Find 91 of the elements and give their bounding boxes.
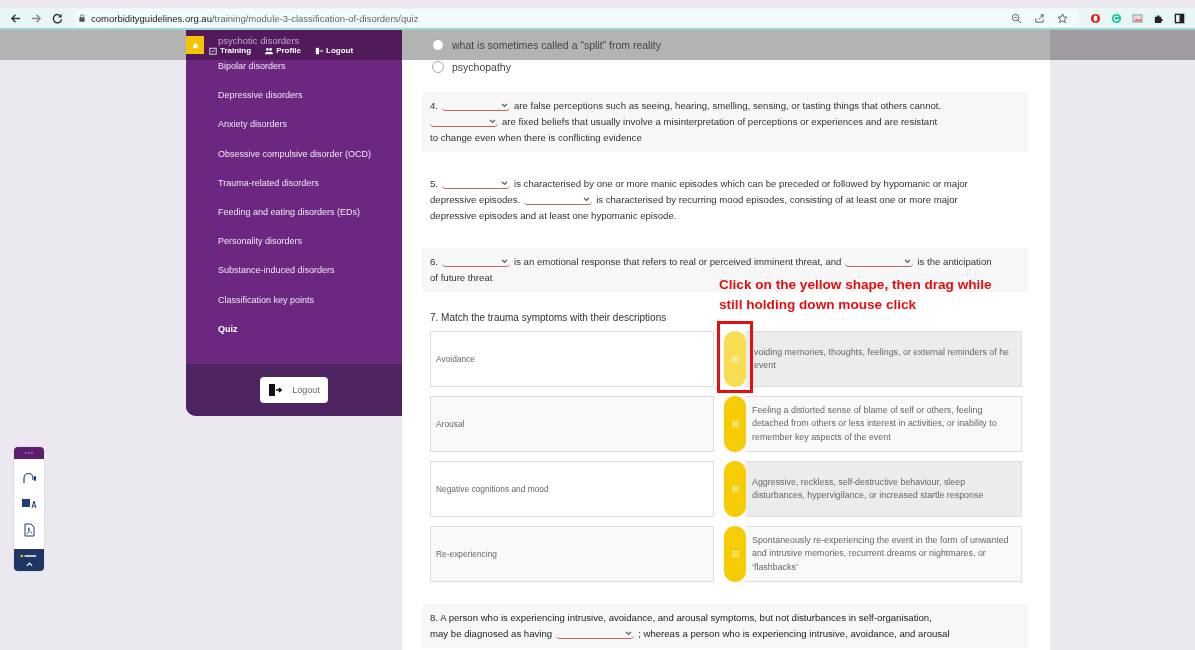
term-text: Re-experiencing	[436, 549, 497, 559]
question-text: is an emotional response that refers to real or perceived imminent threat, and	[514, 255, 842, 269]
logout-button[interactable]: Logout	[260, 376, 328, 403]
question-text: depressive episodes and at least one hypomanic episode.	[430, 209, 677, 223]
question-text: are fixed beliefs that usually involve a misinterpretation of perceptions or experiences and are resistant	[502, 115, 938, 129]
headset-icon[interactable]	[21, 471, 37, 485]
description-card[interactable]: Spontaneously re-experiencing the event in the form of unwanted and intrusive memories, recurrent dreams or nightmares, or ‘flashbacks’	[746, 526, 1022, 582]
menu-icon	[731, 551, 739, 557]
sidebar-item[interactable]: Obsessive compulsive disorder (OCD)	[218, 147, 402, 177]
radio-button[interactable]	[432, 39, 444, 51]
logout-icon	[315, 46, 324, 55]
question-title: 7. Match the trauma symptoms with their descriptions	[430, 312, 667, 323]
description-text: Feeling a distorted sense of blame of self or others, feeling detached from others or less interest in activities, or inability to remember key aspects of the event	[751, 403, 998, 444]
sidebar-item[interactable]: Anxiety disorders	[218, 118, 402, 148]
description-card[interactable]: Feeling a distorted sense of blame of self or others, feeling detached from others or less interest in activities, or inability to remember key aspects of the event	[746, 396, 1022, 452]
description-text: voiding memories, thoughts, feelings, or external reminders of he event	[753, 345, 1011, 372]
sidebar-item[interactable]: Feeding and eating disorders (EDs)	[218, 205, 402, 236]
term-text: Avoidance	[436, 354, 475, 364]
question-text: is characterised by recurring mood episodes, consisting of at least one or more major	[596, 193, 958, 207]
instruction-annotation: Click on the yellow shape, then drag while still holding down mouse click	[719, 276, 993, 314]
pdf-icon[interactable]	[21, 523, 37, 537]
question-text: to change even when there is conflicting evidence	[430, 131, 642, 145]
menu-icon	[731, 421, 739, 427]
sidebar-item[interactable]: Quiz	[218, 322, 402, 352]
side-panel-icon[interactable]	[1174, 12, 1185, 24]
back-icon[interactable]	[10, 12, 21, 24]
question-text: 8. A person who is experiencing intrusive, avoidance, and arousal symptoms, but not disturbances in self-organisation,	[430, 611, 932, 625]
extension-icon[interactable]	[1090, 12, 1101, 24]
toolbar-footer[interactable]	[14, 549, 44, 571]
question-text: is the anticipation	[917, 255, 992, 269]
description-text: Aggressive, reckless, self-destructive behaviour, sleep disturbances, hypervigilance, or increased startle response	[751, 475, 985, 502]
sidebar-item[interactable]: Substance-induced disorders	[218, 264, 402, 294]
lock-icon	[79, 14, 85, 22]
option-label: what is sometimes called a “split” from reality	[452, 39, 661, 51]
question-text: 6.	[430, 255, 438, 269]
logo-icon	[20, 553, 38, 558]
highlight-frame	[717, 321, 753, 393]
question-text: depressive episodes.	[430, 193, 521, 207]
url-text: comorbidityguidelines.org.au/training/module-3-classification-of-disorders/quiz	[91, 12, 419, 24]
nav-link[interactable]: Profile	[265, 46, 302, 55]
extension-icon[interactable]	[1132, 12, 1143, 24]
checkbox-icon	[209, 46, 217, 55]
description-text: Spontaneously re-experiencing the event in the form of unwanted and intrusive memories, recurrent dreams or nightmares, or ‘flashbacks’	[751, 533, 1010, 574]
menu-icon	[731, 486, 739, 492]
sidebar-item[interactable]: Bipolar disorders	[218, 60, 402, 90]
sidebar-item[interactable]: psychotic disorders	[218, 35, 354, 46]
chevron-icon	[501, 181, 508, 186]
description-card[interactable]: voiding memories, thoughts, feelings, or external reminders of he event	[746, 331, 1022, 387]
forward-icon[interactable]	[31, 12, 42, 24]
toolbar-handle[interactable]	[14, 447, 44, 459]
chevron-icon	[501, 259, 508, 264]
zoom-icon[interactable]	[1011, 12, 1022, 24]
question-text: 4.	[430, 99, 438, 113]
nav-link[interactable]: Logout	[315, 46, 354, 55]
sidebar-item[interactable]: Classification key points	[218, 293, 402, 323]
chevron-icon	[625, 631, 633, 636]
question-text: 5.	[430, 177, 438, 191]
star-icon[interactable]	[1057, 12, 1068, 24]
question-text: of future threat	[430, 271, 493, 285]
question-text: are false perceptions such as seeing, hearing, smelling, sensing, or tasting things that others cannot.	[514, 99, 942, 113]
term-text: Arousal	[436, 419, 465, 429]
caret-icon	[25, 561, 33, 567]
door-icon	[268, 382, 283, 397]
question-text: is characterised by one or more manic episodes which can be preceded or followed by hypomanic or major	[514, 177, 968, 191]
radio-button[interactable]	[432, 61, 444, 73]
extension-icon[interactable]	[1111, 12, 1122, 24]
translate-icon[interactable]	[21, 497, 37, 511]
drag-handle[interactable]	[724, 331, 746, 387]
drag-handle[interactable]	[724, 526, 746, 582]
sidebar-item[interactable]: Trauma-related disorders	[218, 176, 402, 206]
sidebar-item[interactable]: Depressive disorders	[218, 89, 402, 119]
drag-handle[interactable]	[724, 396, 746, 452]
puzzle-icon[interactable]	[1153, 12, 1164, 24]
question-text: ; whereas a person who is experiencing intrusive, avoidance, and arousal	[638, 627, 950, 641]
drag-handle[interactable]	[724, 461, 746, 517]
chevron-icon	[501, 103, 508, 108]
term-text: Negative cognitions and mood	[436, 484, 549, 494]
question-text: may be diagnosed as having	[430, 627, 553, 641]
chevron-icon	[583, 197, 591, 202]
chevron-icon	[489, 119, 496, 124]
reload-icon[interactable]	[52, 12, 63, 24]
option-label: psychopathy	[452, 61, 511, 73]
home-icon	[191, 41, 199, 49]
people-icon	[265, 46, 274, 55]
description-card[interactable]: Aggressive, reckless, self-destructive behaviour, sleep disturbances, hypervigilance, or increased startle response	[746, 461, 1022, 517]
sidebar-item[interactable]: Personality disorders	[218, 235, 402, 265]
nav-link[interactable]: Training	[209, 46, 252, 55]
menu-icon	[731, 356, 739, 362]
chevron-icon	[904, 259, 912, 264]
share-icon[interactable]	[1034, 12, 1045, 24]
address-bar[interactable]: comorbidityguidelines.org.au/training/module-3-classification-of-disorders/quiz	[73, 9, 1080, 27]
